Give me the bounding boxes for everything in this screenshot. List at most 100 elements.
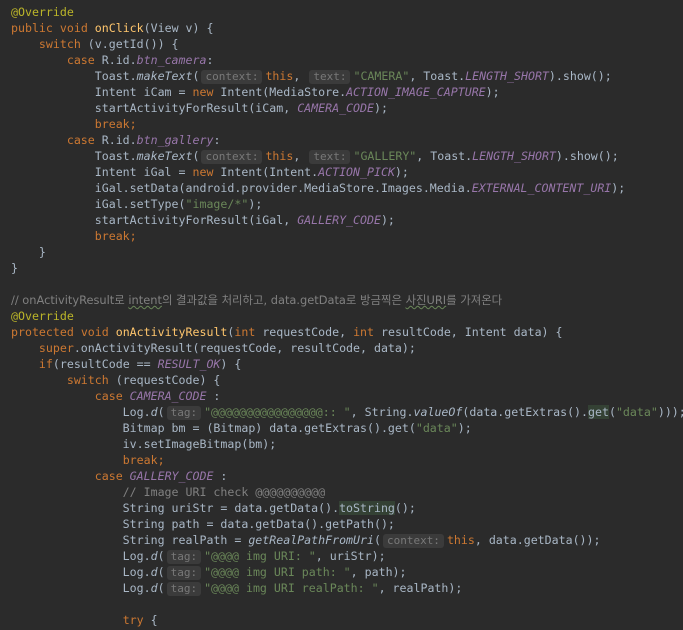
code-token: ); [485,85,500,99]
code-token: ; [129,229,137,243]
code-token: Intent iCam = [11,85,193,99]
code-token: "CAMERA" [353,69,410,83]
code-token: break [122,453,158,467]
parameter-hint: tag: [166,582,202,596]
code-token: ( [157,581,165,595]
code-token: case [94,389,123,403]
code-line: @Override [11,308,74,324]
code-token: Log. [11,549,151,563]
code-line: String uriStr = data.getData().toString(… [11,500,416,516]
code-line: Toast.makeText(context: this, text: "CAMER… [11,68,612,84]
code-token: { [143,613,158,627]
code-line: public void onClick(View v) { [11,20,213,36]
code-token: , String. [350,405,414,419]
code-line: Log.d(tag: "@@@@@@@@@@@@@@@@:: ", String.… [11,404,683,420]
code-token: getRealPathFromUri [248,533,374,547]
code-token: String uriStr = data.getData(). [11,501,340,515]
code-token: get [588,405,609,419]
code-line: case GALLERY_CODE : [11,468,228,484]
code-token: resultCode, Intent data) { [374,325,563,339]
code-token: String realPath = [11,533,249,547]
code-line: String path = data.getData().getPath(); [11,516,395,532]
code-token: iv.setImageBitmap(bm); [11,437,277,451]
code-line: protected void onActivityResult(int requ… [11,324,563,340]
code-line: Toast.makeText(context: this, text: "GALLE… [11,148,619,164]
code-token: : [206,53,214,67]
code-token: onActivityResult [115,325,228,339]
code-token: requestCode, [255,325,354,339]
code-token: Log. [11,405,151,419]
code-line: startActivityForResult(iCam, CAMERA_CODE… [11,100,388,116]
code-token: d [150,565,158,579]
code-line: startActivityForResult(iGal, GALLERY_COD… [11,212,395,228]
code-token: this [265,69,294,83]
code-token: ).show(); [548,69,612,83]
code-token: ( [192,69,200,83]
code-token: Intent(Intent. [213,165,319,179]
code-token: "@@@@ img URI: " [204,549,316,563]
code-token: Toast. [11,69,137,83]
parameter-hint: context: [382,534,444,548]
code-token: "data" [415,421,458,435]
code-line: iv.setImageBitmap(bm); [11,436,277,452]
code-token: btn_camera [136,53,207,67]
code-token: (requestCode) { [108,373,221,387]
code-token: ))); [657,405,683,419]
code-line: iGal.setData(android.provider.MediaStore… [11,180,626,196]
code-token: "@@@@ img URI realPath: " [204,581,379,595]
code-token: "data" [615,405,658,419]
code-token: Bitmap bm = (Bitmap) data.getExtras().ge… [11,421,416,435]
code-token: break [94,117,130,131]
code-token: ACTION_IMAGE_CAPTURE [346,85,486,99]
code-line: Log.d(tag: "@@@@ img URI realPath: ", rea… [11,580,462,596]
code-token: R.id. [94,53,137,67]
code-line: break; [11,116,137,132]
code-token: , Toast. [416,149,473,163]
code-token: : [213,133,221,147]
code-line: break; [11,452,165,468]
code-line: switch (requestCode) { [11,372,221,388]
code-line: } [11,244,46,260]
code-token: ( [192,149,200,163]
code-token: onClick [94,21,144,35]
code-line: if(resultCode == RESULT_OK) { [11,356,241,372]
code-token: ( [373,533,381,547]
code-token: // Image URI check @@@@@@@@@@ [11,485,326,499]
code-token: d [150,549,158,563]
code-token: ); [457,421,472,435]
code-token: Toast. [11,149,137,163]
code-token: if [38,357,53,371]
code-token: ( [157,405,165,419]
code-token: ; [129,117,137,131]
code-line: Intent iGal = new Intent(Intent.ACTION_P… [11,164,409,180]
code-token: CAMERA_CODE [297,101,374,115]
code-token: ( [157,565,165,579]
code-token: ( [608,405,616,419]
code-token: Intent iGal = [11,165,193,179]
code-line: case CAMERA_CODE : [11,388,221,404]
code-token: , [293,149,308,163]
code-token: , Toast. [409,69,466,83]
code-token: ); [380,213,395,227]
code-token: (v.getId()) { [80,37,179,51]
code-line: Intent iCam = new Intent(MediaStore.ACTI… [11,84,500,100]
code-line: Bitmap bm = (Bitmap) data.getExtras().ge… [11,420,472,436]
code-token: 의 결과값을 처리하고, data.getData로 방금찍은 [161,293,406,307]
code-token: case [66,133,95,147]
code-editor[interactable]: @Override public void onClick(View v) { s… [0,0,683,630]
code-token: GALLERY_CODE [297,213,381,227]
code-line: } [11,260,18,276]
code-token: : [206,389,221,403]
code-line: Log.d(tag: "@@@@ img URI: ", uriStr); [11,548,386,564]
parameter-hint: tag: [166,406,202,420]
code-token: d [150,581,158,595]
